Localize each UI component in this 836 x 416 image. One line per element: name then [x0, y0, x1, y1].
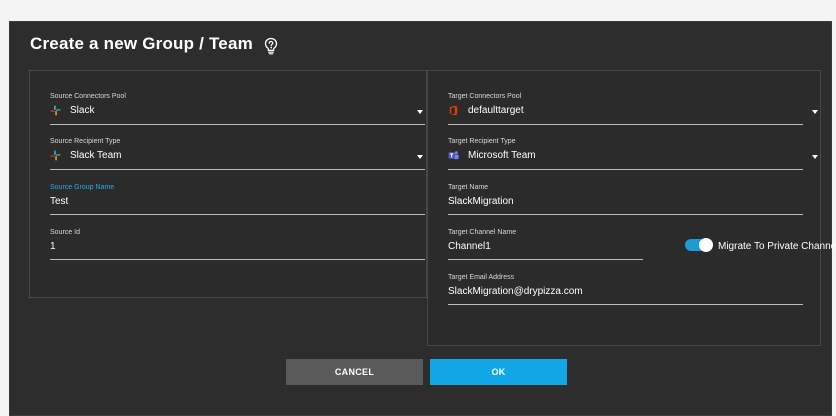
- target-email-label: Target Email Address: [448, 274, 515, 281]
- target-connectors-pool-value: defaulttarget: [468, 105, 524, 116]
- source-connectors-pool-label: Source Connectors Pool: [50, 93, 126, 100]
- target-email-value[interactable]: SlackMigration@drypizza.com: [448, 286, 583, 297]
- target-name-value[interactable]: SlackMigration: [448, 196, 514, 207]
- target-recipient-type-value: Microsoft Team: [468, 150, 536, 161]
- create-group-dialog: Create a new Group / Team Source Connect…: [9, 21, 836, 416]
- chevron-down-icon[interactable]: [417, 155, 423, 159]
- cancel-button[interactable]: CANCEL: [286, 359, 423, 385]
- slack-icon: [50, 105, 61, 116]
- target-recipient-type-label: Target Recipient Type: [448, 138, 516, 145]
- chevron-down-icon[interactable]: [812, 110, 818, 114]
- target-connectors-pool-label: Target Connectors Pool: [448, 93, 522, 100]
- source-recipient-type-label: Source Recipient Type: [50, 138, 121, 145]
- source-id-value[interactable]: 1: [50, 241, 56, 252]
- slack-icon: [50, 150, 61, 161]
- target-name-label: Target Name: [448, 184, 489, 191]
- source-recipient-type-value: Slack Team: [70, 150, 122, 161]
- question-bulb-icon[interactable]: [263, 37, 279, 55]
- chevron-down-icon[interactable]: [417, 110, 423, 114]
- target-panel: Target Connectors Pool defaulttarget Tar…: [427, 70, 836, 346]
- toggle-knob: [699, 238, 713, 252]
- dialog-title: Create a new Group / Team: [30, 34, 253, 53]
- source-group-name-label: Source Group Name: [50, 184, 115, 191]
- source-group-name-value[interactable]: Test: [50, 196, 68, 207]
- source-connectors-pool-value: Slack: [70, 105, 95, 116]
- source-id-label: Source Id: [50, 229, 80, 236]
- private-channel-toggle-label: Migrate To Private Channel: [718, 241, 836, 252]
- office-icon: [449, 105, 458, 116]
- chevron-down-icon[interactable]: [812, 155, 818, 159]
- ok-button[interactable]: OK: [430, 359, 567, 385]
- target-channel-name-label: Target Channel Name: [448, 229, 517, 236]
- source-panel: Source Connectors Pool Slack Source Reci…: [29, 70, 427, 298]
- private-channel-toggle[interactable]: [685, 238, 713, 252]
- teams-icon: [448, 151, 459, 160]
- target-channel-name-value[interactable]: Channel1: [448, 241, 491, 252]
